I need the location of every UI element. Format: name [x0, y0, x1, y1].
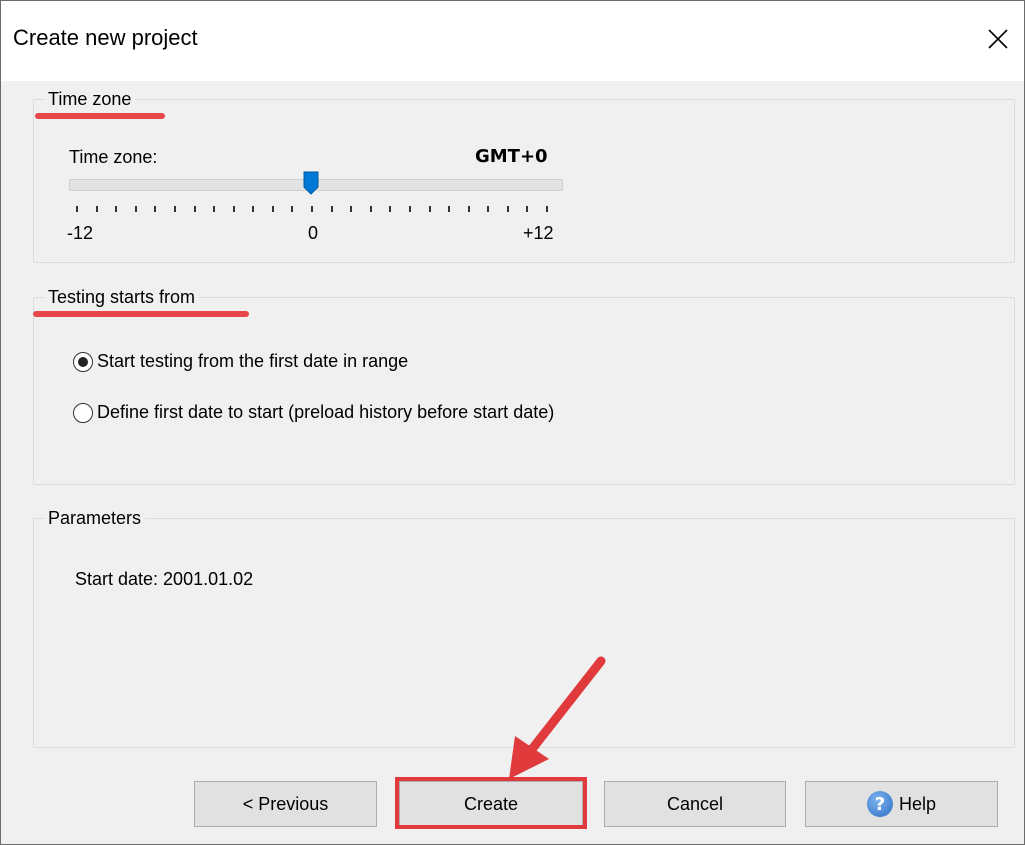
slider-tick: [213, 206, 216, 212]
slider-tick: [154, 206, 157, 212]
slider-tick: [134, 206, 137, 212]
slider-tick: [408, 206, 411, 212]
testing-starts-group: Testing starts from: [33, 286, 1015, 485]
slider-tick: [526, 206, 529, 212]
create-button-label: Create: [463, 793, 519, 814]
slider-tick: [193, 206, 196, 212]
time-zone-label: Time zone:: [69, 147, 158, 167]
title-bar: Create new project: [1, 1, 1024, 81]
start-date-text: Start date: 2001.01.02: [75, 569, 254, 589]
cancel-button[interactable]: Cancel: [604, 781, 786, 827]
slider-tick: [389, 206, 392, 212]
slider-tick: [467, 206, 470, 212]
slider-tick: [428, 206, 431, 212]
previous-button[interactable]: < Previous: [194, 781, 377, 827]
dialog-title: Create new project: [13, 25, 198, 50]
slider-tick: [350, 206, 353, 212]
tick-label-mid: 0: [308, 223, 319, 243]
slider-tick: [252, 206, 255, 212]
create-project-dialog: Create new project Time zone Time zone: …: [0, 0, 1025, 845]
parameters-legend: Parameters: [44, 507, 146, 529]
cancel-button-label: Cancel: [666, 793, 724, 814]
slider-tick: [76, 206, 78, 212]
radio-button-checked[interactable]: [73, 351, 93, 372]
radio-first-date-in-range[interactable]: Start testing from the first date in ran…: [73, 351, 408, 372]
slider-tick: [232, 206, 235, 212]
radio-label: Define first date to start (preload hist…: [97, 402, 555, 422]
previous-button-label: < Previous: [242, 793, 329, 814]
radio-define-first-date[interactable]: Define first date to start (preload hist…: [73, 402, 554, 423]
slider-thumb[interactable]: [303, 171, 319, 195]
slider-tick: [311, 206, 313, 212]
help-icon: ?: [866, 791, 893, 817]
tick-label-min: -12: [67, 223, 94, 243]
slider-tick: [173, 206, 176, 212]
time-zone-annotation-underline: [35, 113, 165, 119]
close-button[interactable]: [978, 19, 1018, 59]
slider-tick: [506, 206, 509, 212]
slider-tick: [369, 206, 372, 212]
slider-tick: [487, 206, 490, 212]
slider-tick: [330, 206, 333, 212]
testing-starts-legend: Testing starts from: [44, 286, 200, 308]
close-icon: [988, 29, 1008, 49]
parameters-group: Parameters: [33, 507, 1015, 748]
time-zone-legend: Time zone: [44, 88, 136, 110]
create-button[interactable]: Create: [399, 781, 583, 827]
time-zone-value: GMT+0: [475, 146, 548, 167]
tick-label-max: +12: [523, 223, 554, 243]
slider-tick: [115, 206, 118, 212]
slider-tick: [546, 206, 548, 212]
slider-tick: [95, 206, 98, 212]
help-button-label: Help: [898, 793, 937, 814]
slider-tick: [271, 206, 274, 212]
radio-label: Start testing from the first date in ran…: [97, 351, 409, 371]
help-button[interactable]: ? Help: [805, 781, 998, 827]
slider-tick: [291, 206, 294, 212]
radio-button-unchecked[interactable]: [73, 402, 93, 423]
testing-starts-annotation-underline: [33, 311, 249, 317]
slider-tick: [448, 206, 451, 212]
